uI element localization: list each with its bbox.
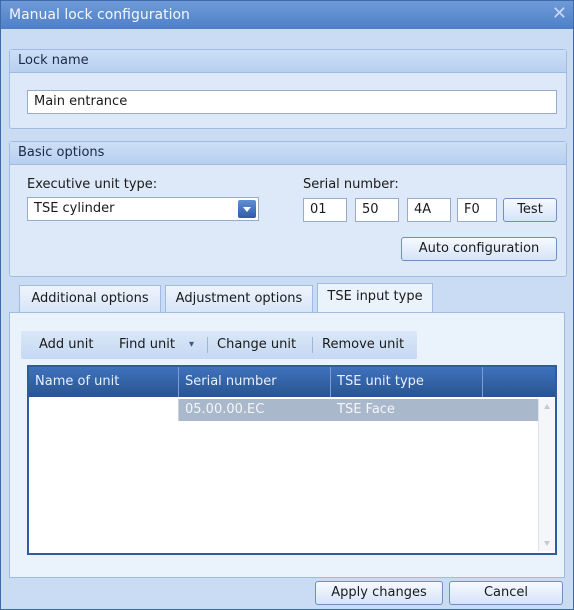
remove-unit-button[interactable]: Remove unit (322, 331, 404, 359)
executive-unit-select[interactable]: TSE cylinder (27, 197, 259, 221)
toolbar-separator (207, 337, 208, 353)
serial-byte-3[interactable]: 4A (407, 198, 451, 222)
tab-adjustment-options[interactable]: Adjustment options (165, 285, 313, 313)
serial-byte-1[interactable]: 01 (303, 198, 347, 222)
vertical-scrollbar[interactable] (538, 399, 555, 551)
column-header-type[interactable]: TSE unit type (331, 367, 483, 397)
cancel-button[interactable]: Cancel (449, 581, 563, 605)
window-title: Manual lock configuration (9, 7, 190, 23)
serial-byte-2[interactable]: 50 (355, 198, 399, 222)
lock-name-group: Lock name (9, 49, 567, 129)
unit-toolbar: Add unit Find unit ▾ Change unit Remove … (21, 331, 417, 359)
find-unit-button[interactable]: Find unit (119, 331, 175, 359)
lock-name-header: Lock name (10, 50, 566, 73)
basic-options-header: Basic options (10, 142, 566, 165)
dropdown-arrow-icon[interactable] (238, 200, 256, 218)
table-cell-serial[interactable]: 05.00.00.EC (179, 399, 331, 421)
add-unit-button[interactable]: Add unit (39, 331, 94, 359)
serial-byte-4[interactable]: F0 (457, 198, 497, 222)
column-header-name[interactable]: Name of unit (29, 367, 179, 397)
test-button[interactable]: Test (503, 198, 557, 222)
table-cell-name[interactable] (29, 399, 179, 421)
chevron-down-icon (243, 207, 251, 212)
apply-changes-button[interactable]: Apply changes (315, 581, 443, 605)
column-header-blank (483, 367, 555, 397)
tab-tse-input-type[interactable]: TSE input type (317, 283, 433, 313)
title-bar: Manual lock configuration ✕ (1, 1, 573, 29)
find-unit-dropdown-icon[interactable]: ▾ (189, 331, 194, 359)
executive-unit-value: TSE cylinder (34, 201, 115, 216)
dialog-window: Manual lock configuration ✕ Lock name Ma… (0, 0, 574, 610)
auto-configuration-button[interactable]: Auto configuration (401, 237, 557, 261)
change-unit-button[interactable]: Change unit (217, 331, 296, 359)
tab-additional-options[interactable]: Additional options (19, 285, 161, 313)
column-header-serial[interactable]: Serial number (179, 367, 331, 397)
toolbar-separator (312, 337, 313, 353)
table-cell-type[interactable]: TSE Face (331, 399, 539, 421)
serial-number-label: Serial number: (303, 177, 399, 192)
scroll-arrows-icon (544, 404, 550, 546)
executive-unit-label: Executive unit type: (27, 177, 158, 192)
units-table: Name of unit Serial number TSE unit type… (27, 365, 557, 555)
close-icon[interactable]: ✕ (552, 5, 567, 23)
lock-name-field[interactable]: Main entrance (27, 90, 557, 114)
